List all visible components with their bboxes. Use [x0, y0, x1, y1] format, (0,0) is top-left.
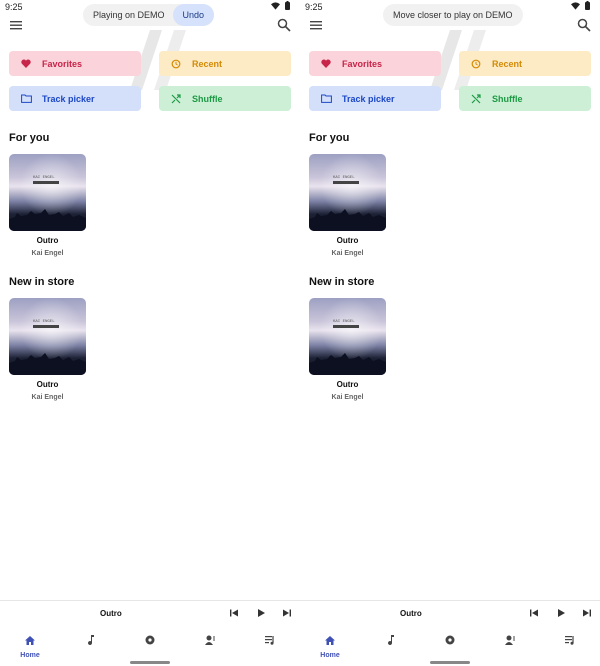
search-icon[interactable] [577, 18, 591, 32]
search-icon[interactable] [277, 18, 291, 32]
recent-chip[interactable]: Recent [459, 51, 591, 76]
playlist-icon [564, 636, 574, 645]
track-picker-chip[interactable]: Track picker [9, 86, 141, 111]
wifi-icon [571, 1, 580, 10]
album-art[interactable]: KAI ENGEL [309, 154, 386, 231]
nav-playlists[interactable] [250, 632, 290, 660]
nav-albums[interactable] [130, 632, 170, 660]
section-for-you: For you [309, 132, 350, 144]
home-icon [25, 636, 35, 645]
folder-icon [320, 94, 332, 103]
favorites-chip[interactable]: Favorites [9, 51, 141, 76]
gesture-bar [130, 661, 170, 664]
recent-label: Recent [192, 58, 223, 69]
album-artist: Kai Engel [31, 250, 64, 257]
album-title: Outro [336, 380, 359, 389]
shuffle-chip[interactable]: Shuffle [159, 86, 291, 111]
home-icon [325, 636, 335, 645]
history-icon [171, 59, 181, 68]
status-time: 9:25 [305, 2, 323, 12]
album-title: Outro [36, 236, 59, 245]
bottom-navigation: Home [0, 626, 300, 666]
bottom-navigation: Home [300, 626, 600, 666]
battery-icon [585, 1, 590, 10]
now-playing-title: Outro [100, 609, 122, 618]
skip-next-icon[interactable] [282, 608, 292, 618]
shuffle-chip[interactable]: Shuffle [459, 86, 591, 111]
nav-albums[interactable] [430, 632, 470, 660]
play-icon[interactable] [556, 608, 566, 618]
play-icon[interactable] [256, 608, 266, 618]
now-playing-title: Outro [400, 609, 422, 618]
recent-chip[interactable]: Recent [159, 51, 291, 76]
nav-songs[interactable] [370, 632, 410, 660]
nav-songs[interactable] [70, 632, 110, 660]
screen-left: 9:25 Playing on DEMO Undo Favorites Rece… [0, 0, 300, 666]
toast-text: Playing on DEMO [93, 10, 165, 20]
gesture-bar [430, 661, 470, 664]
toast-text: Move closer to play on DEMO [393, 10, 513, 20]
album-artist: Kai Engel [331, 394, 364, 401]
album-art[interactable]: KAI ENGEL [9, 154, 86, 231]
section-for-you: For you [9, 132, 50, 144]
album-artist: Kai Engel [31, 394, 64, 401]
skip-previous-icon[interactable] [229, 608, 239, 618]
track-picker-chip[interactable]: Track picker [309, 86, 441, 111]
mini-player[interactable]: Outro [0, 600, 300, 627]
history-icon [471, 59, 481, 68]
nav-playlists[interactable] [550, 632, 590, 660]
heart-icon [321, 59, 331, 68]
album-title: Outro [336, 236, 359, 245]
artist-icon [204, 635, 214, 645]
nav-home[interactable]: Home [10, 632, 50, 660]
section-new-in-store: New in store [9, 276, 75, 288]
album-art[interactable]: KAI ENGEL [9, 298, 86, 375]
music-note-icon [387, 635, 394, 646]
shuffle-icon [171, 93, 181, 103]
nav-artists[interactable] [190, 632, 230, 660]
artist-icon [504, 635, 514, 645]
section-new-in-store: New in store [309, 276, 375, 288]
album-artist: Kai Engel [331, 250, 364, 257]
folder-icon [20, 94, 32, 103]
music-note-icon [87, 635, 94, 646]
screen-right: 9:25 Move closer to play on DEMO Favorit… [300, 0, 600, 666]
menu-icon[interactable] [9, 18, 23, 32]
skip-next-icon[interactable] [582, 608, 592, 618]
favorites-label: Favorites [42, 58, 83, 69]
favorites-label: Favorites [342, 58, 383, 69]
nav-home-label: Home [320, 652, 340, 659]
recent-label: Recent [492, 58, 523, 69]
track-picker-label: Track picker [42, 93, 95, 104]
shuffle-icon [471, 93, 481, 103]
nav-home[interactable]: Home [310, 632, 350, 660]
mini-player[interactable]: Outro [300, 600, 600, 627]
album-art[interactable]: KAI ENGEL [309, 298, 386, 375]
playlist-icon [264, 636, 274, 645]
album-icon [145, 635, 155, 645]
favorites-chip[interactable]: Favorites [309, 51, 441, 76]
menu-icon[interactable] [309, 18, 323, 32]
nav-home-label: Home [20, 652, 40, 659]
skip-previous-icon[interactable] [529, 608, 539, 618]
status-time: 9:25 [5, 2, 23, 12]
shuffle-label: Shuffle [192, 93, 223, 104]
nav-artists[interactable] [490, 632, 530, 660]
track-picker-label: Track picker [342, 93, 395, 104]
shuffle-label: Shuffle [492, 93, 523, 104]
wifi-icon [271, 1, 280, 10]
heart-icon [21, 59, 31, 68]
album-icon [445, 635, 455, 645]
battery-icon [285, 1, 290, 10]
album-title: Outro [36, 380, 59, 389]
